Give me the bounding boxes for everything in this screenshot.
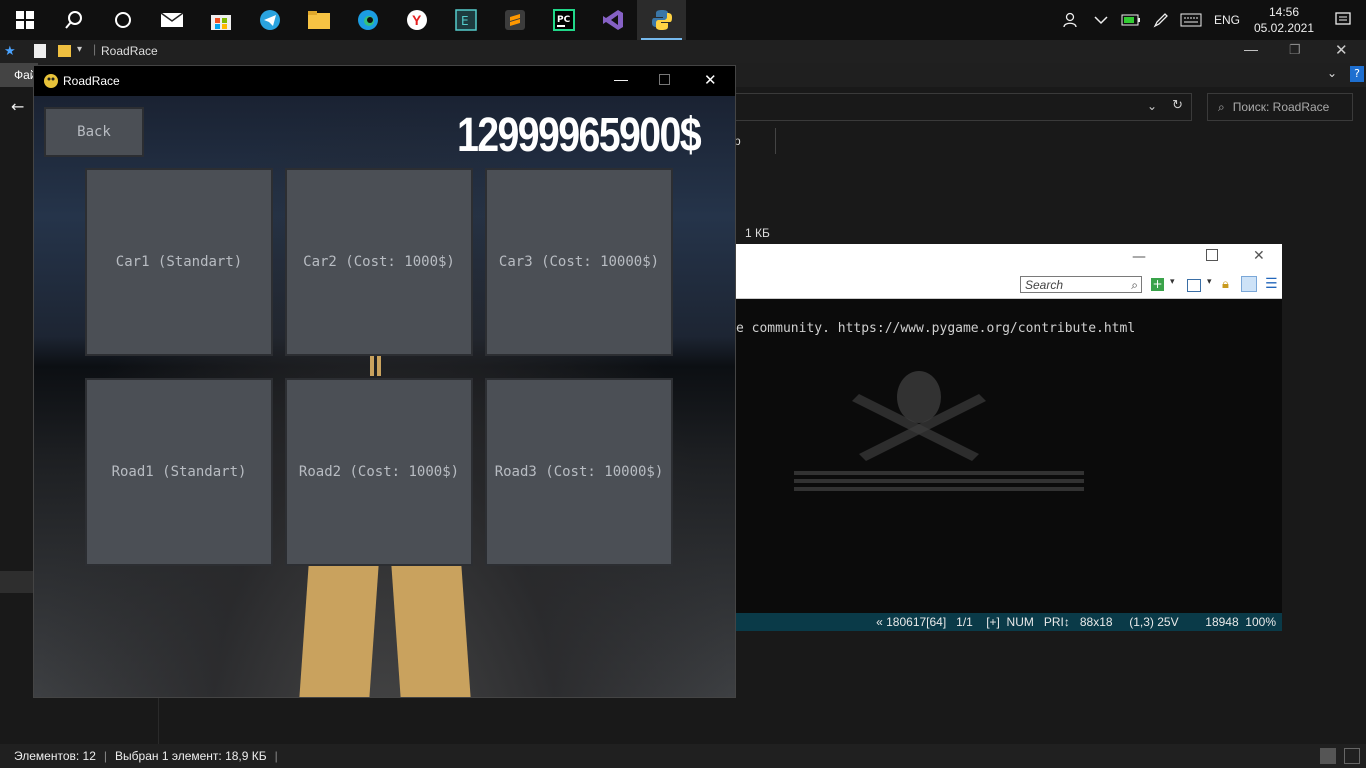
road-center-stripe: [299, 566, 379, 697]
visual-studio-icon[interactable]: [588, 0, 637, 40]
viewer-close-icon[interactable]: ✕: [1253, 248, 1265, 264]
viewer-maximize-icon[interactable]: [1206, 249, 1218, 261]
game-close-icon[interactable]: ✕: [704, 71, 717, 89]
battery-icon[interactable]: [1116, 0, 1146, 40]
keyboard-icon[interactable]: [1176, 0, 1206, 40]
back-button[interactable]: Back: [44, 107, 144, 157]
explorer-titlebar: ★ ▾ | RoadRace — ❐ ✕: [0, 40, 1366, 63]
status-selection: Выбран 1 элемент: 18,9 КБ: [115, 749, 267, 763]
ribbon-file-tab[interactable]: Фай: [0, 63, 38, 87]
help-icon[interactable]: ?: [1350, 66, 1364, 82]
column-divider: [775, 128, 776, 154]
telegram-icon[interactable]: [245, 0, 294, 40]
roadrace-window: RoadRace — ✕ Back 12999965900$ Car1 (Sta…: [34, 66, 735, 697]
road-center-stripe: [391, 566, 471, 697]
viewer-search-placeholder: Search: [1025, 278, 1064, 292]
game-titlebar: RoadRace — ✕: [34, 66, 735, 96]
details-view-icon[interactable]: [1320, 748, 1336, 764]
add-tab-icon[interactable]: +: [1151, 278, 1164, 291]
road-center-stripe: [370, 354, 374, 376]
viewer-minimize-icon[interactable]: —: [1132, 249, 1146, 265]
game-canvas: Back 12999965900$ Car1 (Standart) Car2 (…: [34, 96, 735, 697]
explorer-maximize-icon[interactable]: ❐: [1289, 42, 1301, 58]
address-bar[interactable]: ⌄ ↻: [734, 93, 1192, 121]
sublime-text-icon[interactable]: [490, 0, 539, 40]
game-maximize-icon[interactable]: [659, 74, 670, 85]
file-explorer-icon[interactable]: [294, 0, 343, 40]
view-mode-dropdown-icon[interactable]: ▾: [1207, 277, 1212, 287]
address-dropdown-icon[interactable]: ⌄: [1147, 99, 1157, 113]
car3-button[interactable]: Car3 (Cost: 10000$): [485, 168, 673, 356]
game-minimize-icon[interactable]: —: [614, 71, 628, 87]
taskbar: Y E PC ENG 14:56 05.02.2021: [0, 0, 1366, 40]
status-divider: |: [103, 749, 108, 763]
python-icon[interactable]: [637, 0, 686, 40]
split-view-icon[interactable]: [1241, 276, 1257, 292]
view-mode-icon[interactable]: [1187, 279, 1201, 292]
quick-access-dropdown-icon[interactable]: ▾: [77, 44, 82, 55]
pycharm-icon[interactable]: PC: [539, 0, 588, 40]
pygame-snake-icon: [43, 73, 59, 89]
column-header-fragment: р: [734, 134, 741, 148]
svg-text:PC: PC: [557, 15, 571, 25]
language-indicator[interactable]: ENG: [1206, 13, 1248, 27]
terminal-app-icon[interactable]: E: [441, 0, 490, 40]
clock-time: 14:56: [1268, 5, 1300, 19]
explorer-status-bar: Элементов: 12 | Выбран 1 элемент: 18,9 К…: [0, 744, 1366, 768]
people-icon[interactable]: [1056, 0, 1086, 40]
ascii-art-pirate-logo: [794, 371, 1084, 491]
search-icon[interactable]: [49, 0, 98, 40]
console-line: e community. https://www.pygame.org/cont…: [736, 321, 1136, 336]
road3-button[interactable]: Road3 (Cost: 10000$): [485, 378, 673, 566]
new-folder-icon[interactable]: [58, 45, 71, 57]
explorer-title: RoadRace: [101, 44, 158, 58]
system-tray: ENG 14:56 05.02.2021: [1056, 0, 1366, 40]
ribbon-expand-icon[interactable]: ⌄: [1327, 66, 1337, 80]
road1-button[interactable]: Road1 (Standart): [85, 378, 273, 566]
titlebar-divider: |: [93, 42, 97, 56]
viewer-search-input[interactable]: Search ⌕: [1020, 276, 1142, 293]
viewer-search-icon[interactable]: ⌕: [1131, 277, 1138, 294]
viewer-titlebar: — ✕: [734, 244, 1282, 274]
cortana-icon[interactable]: [98, 0, 147, 40]
mail-icon[interactable]: [147, 0, 196, 40]
pen-icon[interactable]: [1146, 0, 1176, 40]
viewer-toolbar: Search ⌕ + ▾ ▾ 🔒︎ ☰: [734, 274, 1282, 299]
status-divider: |: [274, 749, 278, 763]
clock[interactable]: 14:56 05.02.2021: [1248, 4, 1320, 36]
file-size-fragment: 1 КБ: [745, 226, 770, 240]
back-arrow-icon[interactable]: ←: [11, 97, 24, 116]
car1-button[interactable]: Car1 (Standart): [85, 168, 273, 356]
lock-icon[interactable]: 🔒︎: [1222, 277, 1229, 292]
chevron-up-icon[interactable]: [1086, 0, 1116, 40]
road2-button[interactable]: Road2 (Cost: 1000$): [285, 378, 473, 566]
menu-icon[interactable]: ☰: [1265, 276, 1278, 292]
svg-text:Y: Y: [412, 12, 422, 28]
search-box-icon: ⌕: [1218, 100, 1225, 114]
explorer-minimize-icon[interactable]: —: [1244, 41, 1258, 57]
explorer-search-placeholder: Поиск: RoadRace: [1232, 100, 1330, 114]
edge-icon[interactable]: [343, 0, 392, 40]
windows-start-icon[interactable]: [0, 0, 49, 40]
svg-text:E: E: [461, 14, 469, 28]
status-item-count: Элементов: 12: [14, 749, 96, 763]
large-icons-view-icon[interactable]: [1344, 748, 1360, 764]
clock-date: 05.02.2021: [1253, 21, 1315, 35]
properties-icon[interactable]: [34, 44, 46, 58]
road-center-stripe: [377, 354, 381, 376]
car2-button[interactable]: Car2 (Cost: 1000$): [285, 168, 473, 356]
explorer-close-icon[interactable]: ✕: [1335, 41, 1348, 59]
viewer-status-bar: « 180617[64] 1/1 [+] NUM PRI↕ 88x18 (1,3…: [734, 613, 1282, 631]
add-tab-dropdown-icon[interactable]: ▾: [1170, 277, 1175, 287]
console-output: e community. https://www.pygame.org/cont…: [734, 299, 1282, 613]
explorer-search-input[interactable]: ⌕ Поиск: RoadRace: [1207, 93, 1353, 121]
game-window-title: RoadRace: [63, 74, 120, 88]
quick-access-star-icon[interactable]: ★: [4, 43, 16, 59]
console-viewer-window: — ✕ Search ⌕ + ▾ ▾ 🔒︎ ☰ e community. htt…: [734, 244, 1282, 631]
notifications-icon[interactable]: [1320, 0, 1366, 40]
refresh-icon[interactable]: ↻: [1172, 98, 1183, 113]
yandex-browser-icon[interactable]: Y: [392, 0, 441, 40]
store-icon[interactable]: [196, 0, 245, 40]
money-balance: 12999965900$: [456, 109, 702, 162]
